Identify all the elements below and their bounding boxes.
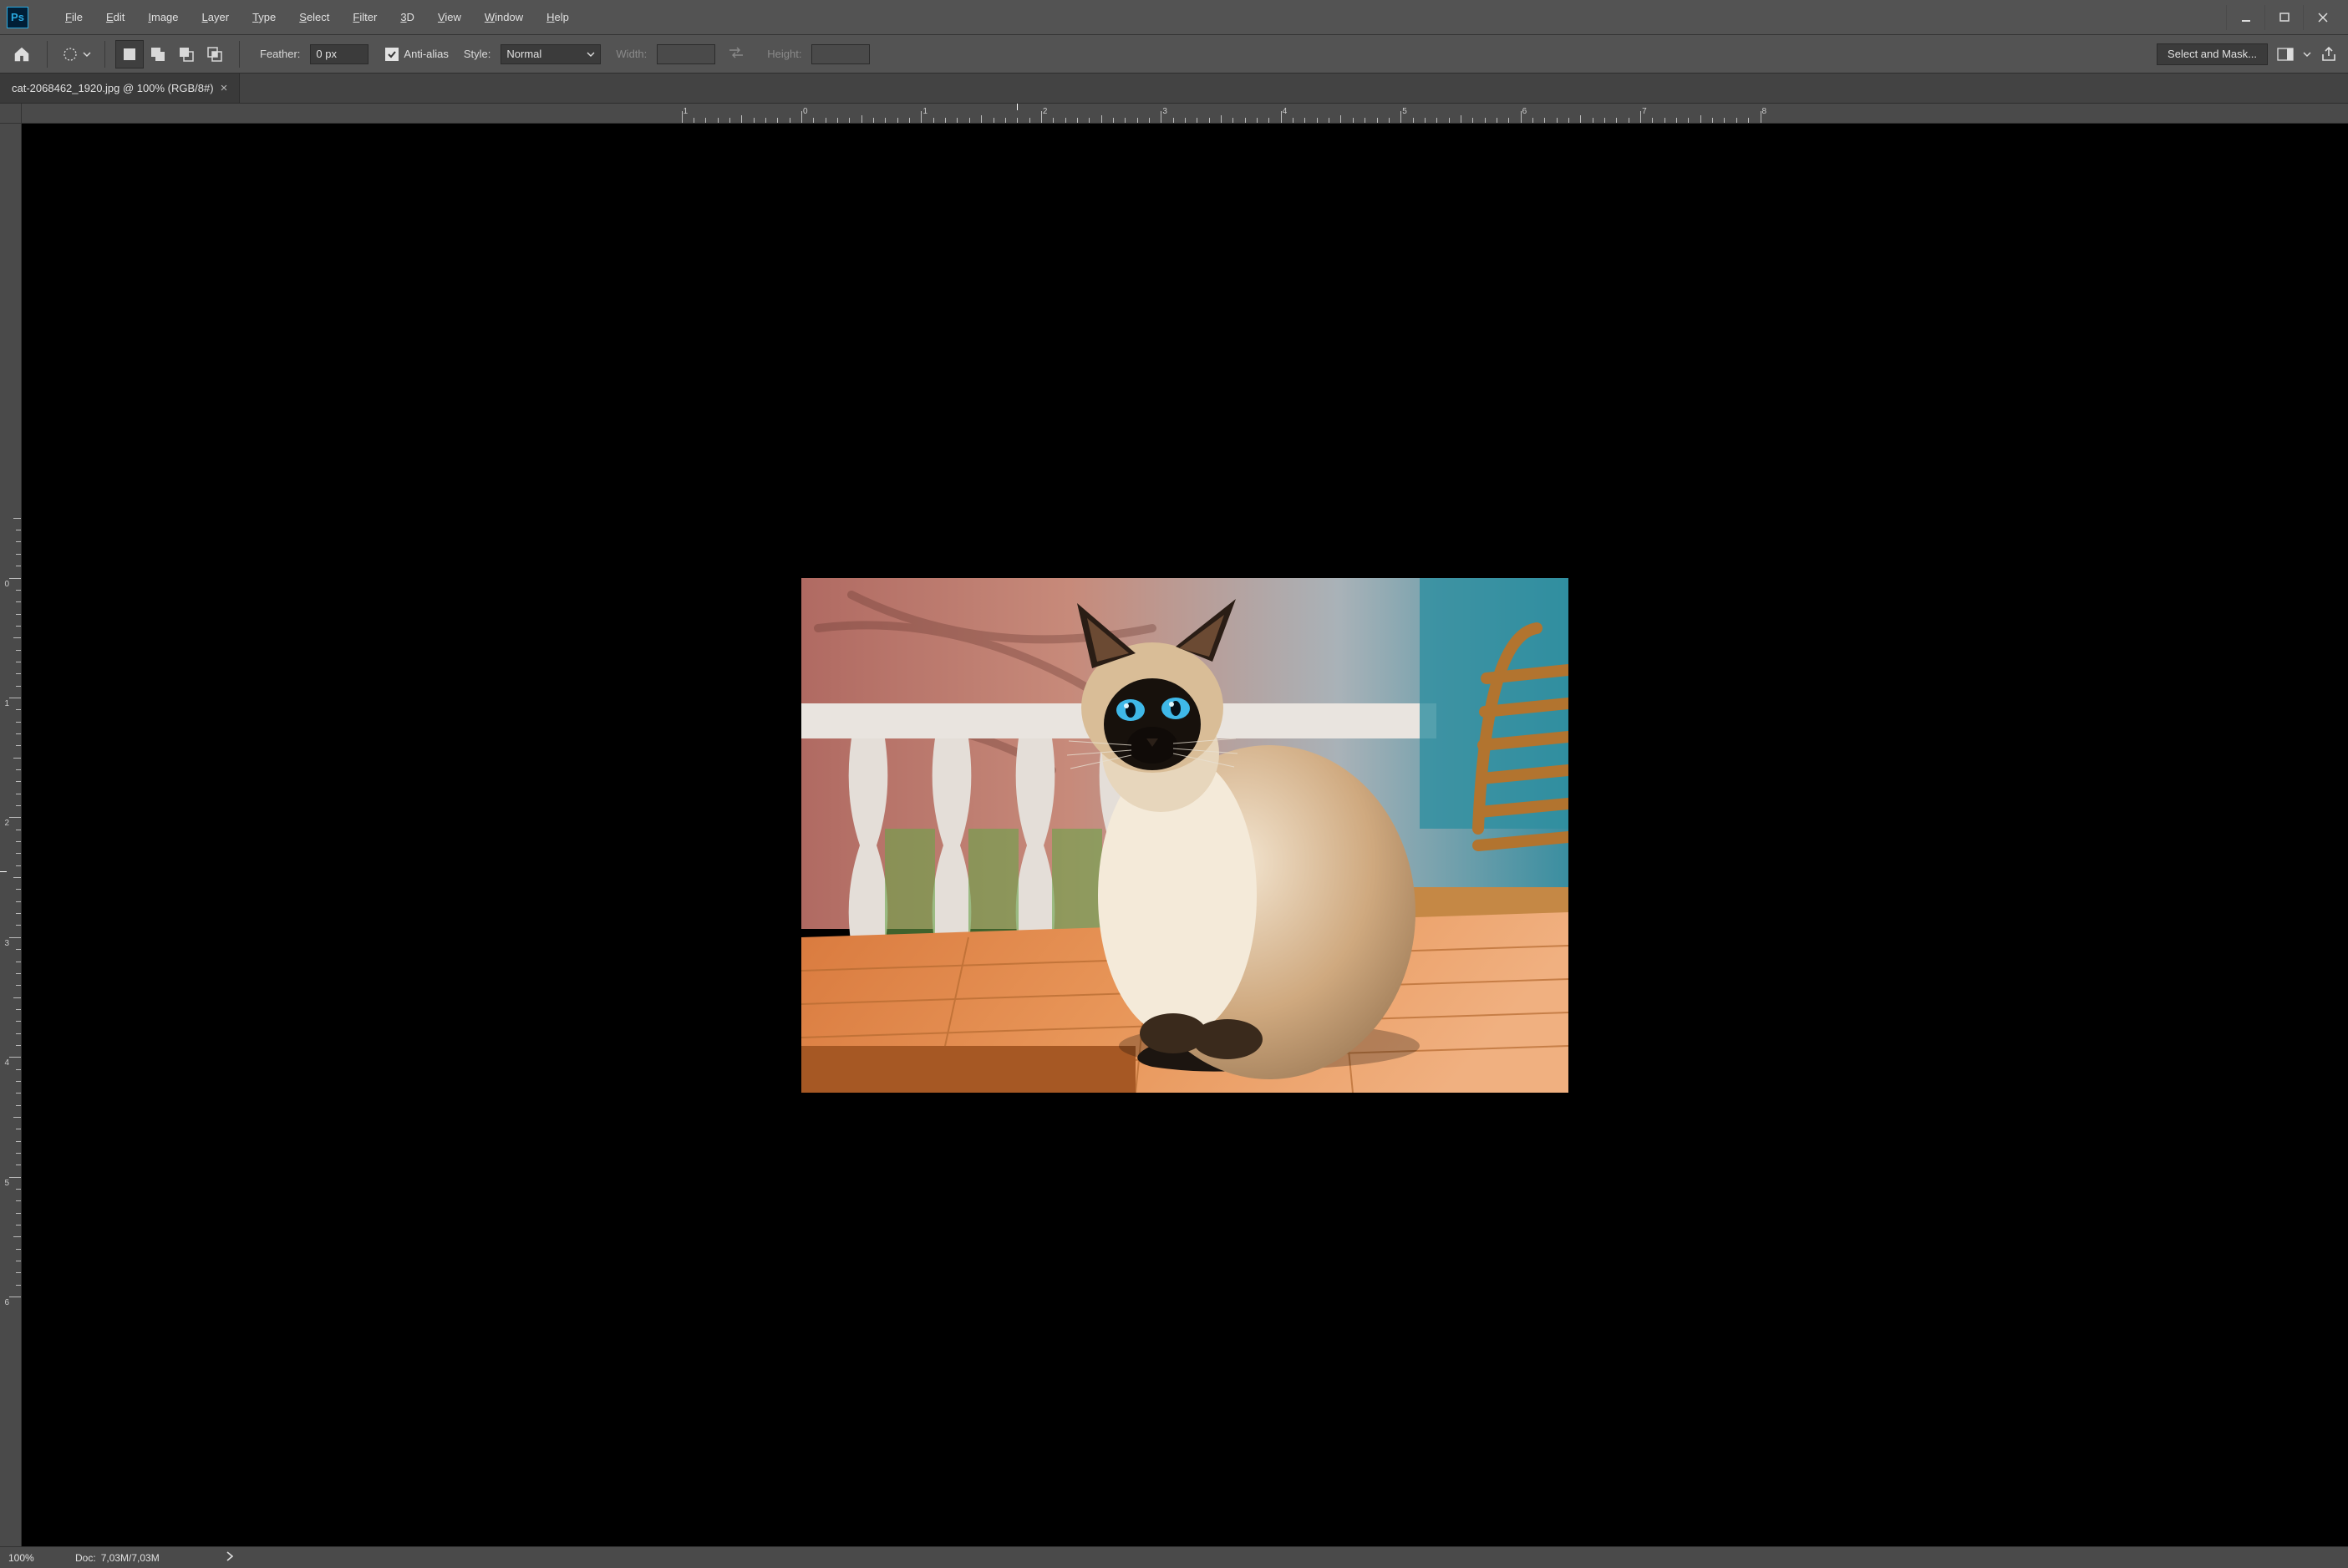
ruler-vertical[interactable]: 0123456 — [0, 124, 22, 1546]
menu-select[interactable]: Select — [287, 8, 341, 27]
menu-view[interactable]: View — [426, 8, 473, 27]
feather-label: Feather: — [260, 48, 300, 60]
document-image[interactable] — [801, 578, 1568, 1093]
document-tab[interactable]: cat-2068462_1920.jpg @ 100% (RGB/8#) × — [0, 74, 240, 103]
select-and-mask-label: Select and Mask... — [2168, 48, 2257, 60]
style-value: Normal — [506, 48, 541, 60]
menu-layer[interactable]: Layer — [191, 8, 241, 27]
current-tool-preview[interactable] — [58, 43, 94, 66]
feather-input[interactable]: 0 px — [310, 44, 368, 64]
doc-info-size: 7,03M/7,03M — [101, 1552, 160, 1564]
selection-add-icon — [149, 45, 167, 63]
chevron-down-icon — [587, 50, 595, 58]
selection-intersect-icon — [206, 45, 224, 63]
menu-bar: Ps File Edit Image Layer Type Select Fil… — [0, 0, 2348, 35]
document-tab-title: cat-2068462_1920.jpg @ 100% (RGB/8#) — [12, 82, 214, 94]
canvas-area[interactable] — [22, 124, 2348, 1546]
menu-help[interactable]: Help — [535, 8, 581, 27]
divider — [47, 41, 48, 68]
status-bar: 100% Doc: 7,03M/7,03M — [0, 1546, 2348, 1568]
selection-subtract-icon — [177, 45, 196, 63]
style-label: Style: — [464, 48, 491, 60]
menu-3d[interactable]: 3D — [389, 8, 426, 27]
swap-dimensions-button — [729, 47, 744, 61]
home-icon — [13, 45, 31, 63]
menu-filter[interactable]: Filter — [341, 8, 389, 27]
menu-edit[interactable]: Edit — [94, 8, 136, 27]
workspace-icon — [2277, 48, 2294, 61]
menu-items: File Edit Image Layer Type Select Filter… — [53, 8, 581, 27]
height-input — [811, 44, 870, 64]
divider — [239, 41, 240, 68]
window-minimize-button[interactable] — [2226, 5, 2264, 30]
selection-new-icon — [121, 46, 138, 63]
selection-mode-group — [115, 40, 229, 69]
window-close-button[interactable] — [2303, 5, 2341, 30]
antialias-label: Anti-alias — [404, 48, 448, 60]
home-button[interactable] — [7, 39, 37, 69]
window-maximize-button[interactable] — [2264, 5, 2303, 30]
minimize-icon — [2240, 12, 2252, 23]
menu-type[interactable]: Type — [241, 8, 287, 27]
document-tabs: cat-2068462_1920.jpg @ 100% (RGB/8#) × — [0, 74, 2348, 104]
document-info[interactable]: Doc: 7,03M/7,03M — [75, 1552, 160, 1564]
selection-new-button[interactable] — [115, 40, 144, 69]
selection-subtract-button[interactable] — [172, 40, 201, 69]
status-more-button[interactable] — [226, 1551, 233, 1564]
swap-icon — [729, 47, 744, 58]
menu-image[interactable]: Image — [136, 8, 190, 27]
ruler-horizontal[interactable]: 1012345678 — [22, 104, 2348, 124]
zoom-level[interactable]: 100% — [8, 1552, 58, 1564]
app-logo-text: Ps — [11, 11, 24, 23]
ruler-corner[interactable] — [0, 104, 22, 124]
app-logo[interactable]: Ps — [7, 7, 28, 28]
window-controls — [2226, 5, 2341, 30]
workspace: 1012345678 0123456 — [0, 104, 2348, 1546]
share-icon — [2320, 46, 2337, 63]
antialias-checkbox[interactable]: Anti-alias — [385, 48, 448, 61]
share-button[interactable] — [2316, 43, 2341, 65]
close-icon — [2317, 12, 2329, 23]
maximize-icon — [2279, 12, 2290, 23]
selection-intersect-button[interactable] — [201, 40, 229, 69]
ellipse-marquee-icon — [61, 45, 79, 63]
width-input — [657, 44, 715, 64]
chevron-right-icon — [226, 1551, 233, 1561]
doc-info-label: Doc: — [75, 1552, 96, 1564]
menu-file[interactable]: File — [53, 8, 94, 27]
chevron-down-icon[interactable] — [2303, 50, 2311, 58]
width-label: Width: — [616, 48, 647, 60]
height-label: Height: — [767, 48, 801, 60]
select-and-mask-button[interactable]: Select and Mask... — [2157, 43, 2268, 65]
chevron-down-icon — [83, 50, 91, 58]
workspace-switcher-button[interactable] — [2273, 43, 2298, 65]
document-image-content — [801, 578, 1568, 1093]
checkbox-icon — [385, 48, 399, 61]
style-select[interactable]: Normal — [501, 44, 601, 64]
options-bar: Feather: 0 px Anti-alias Style: Normal W… — [0, 35, 2348, 74]
tab-close-button[interactable]: × — [221, 82, 228, 94]
menu-window[interactable]: Window — [473, 8, 535, 27]
divider — [104, 41, 105, 68]
selection-add-button[interactable] — [144, 40, 172, 69]
feather-value: 0 px — [316, 48, 337, 60]
